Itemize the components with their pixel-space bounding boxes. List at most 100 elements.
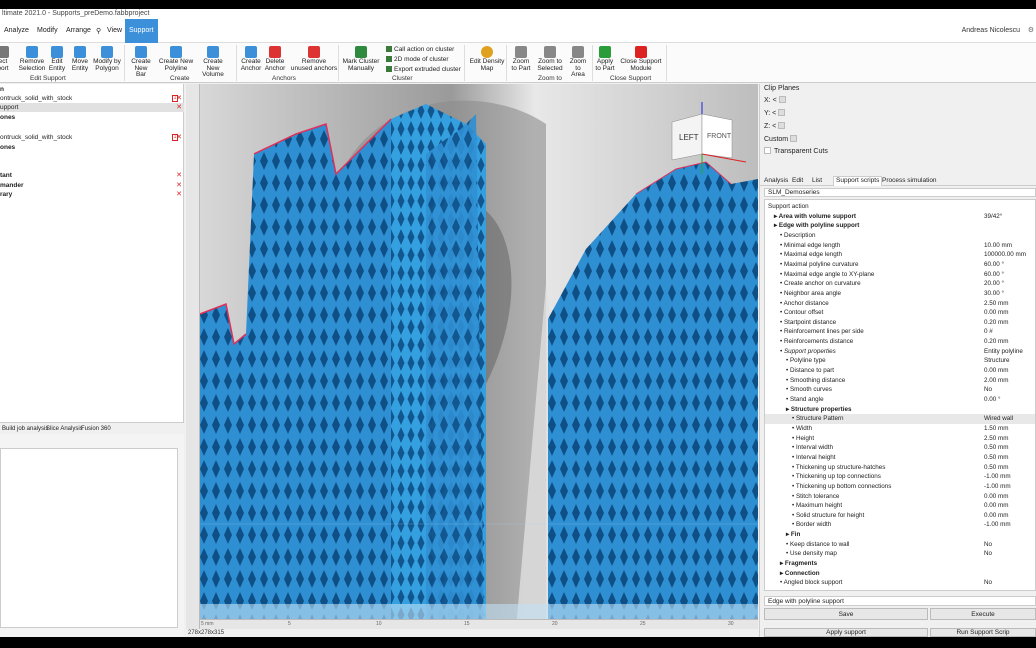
property-value[interactable]: 0.00 ° bbox=[984, 395, 1001, 405]
apply-support-button[interactable]: Apply support bbox=[764, 628, 928, 637]
tab-process-simulation[interactable]: Process simulation bbox=[882, 177, 937, 184]
property-row[interactable]: • Minimal edge length 10.00 mm bbox=[765, 241, 1035, 251]
menu-view[interactable]: View bbox=[107, 27, 122, 34]
property-value[interactable]: 0.00 mm bbox=[984, 366, 1009, 376]
property-row[interactable]: • Interval height 0.50 mm bbox=[765, 453, 1035, 463]
tree-item[interactable]: ones bbox=[0, 113, 184, 122]
property-row[interactable]: • Thickening up structure-hatches 0.50 mm bbox=[765, 463, 1035, 473]
property-value[interactable]: 0.50 mm bbox=[984, 453, 1009, 463]
property-value[interactable]: 0.50 mm bbox=[984, 463, 1009, 473]
action-select[interactable]: Edge with polyline support bbox=[764, 596, 1036, 606]
property-row[interactable]: • Stand angle 0.00 ° bbox=[765, 395, 1035, 405]
property-value[interactable]: 0.00 mm bbox=[984, 492, 1009, 502]
property-row[interactable]: • Smoothing distance 2.00 mm bbox=[765, 376, 1035, 386]
property-value[interactable]: Structure bbox=[984, 356, 1010, 366]
menu-analyze[interactable]: Analyze bbox=[4, 27, 29, 34]
property-row[interactable]: ▸ Fin bbox=[765, 530, 1035, 540]
property-value[interactable]: 0.20 mm bbox=[984, 318, 1009, 328]
property-row[interactable]: • Description bbox=[765, 231, 1035, 241]
property-row[interactable]: • Distance to part 0.00 mm bbox=[765, 366, 1035, 376]
property-row[interactable]: Support action bbox=[765, 202, 1035, 212]
zoom-to-area-button[interactable]: Zoom to Area bbox=[568, 46, 588, 78]
remove-selection-button[interactable]: Remove Selection bbox=[18, 46, 46, 76]
modify-by-polygon-button[interactable]: Modify by Polygon bbox=[92, 46, 122, 76]
edit-entity-button[interactable]: Edit Entity bbox=[48, 46, 66, 76]
property-value[interactable]: 0.00 mm bbox=[984, 308, 1009, 318]
property-value[interactable]: -1.00 mm bbox=[984, 472, 1011, 482]
clip-z-checkbox[interactable] bbox=[778, 122, 786, 129]
property-row[interactable]: ▸ Edge with polyline support bbox=[765, 221, 1035, 231]
property-row[interactable]: • Reinforcement lines per side 0 # bbox=[765, 327, 1035, 337]
tree-item[interactable] bbox=[0, 154, 184, 163]
3d-viewport[interactable]: LEFT FRONT 5 mm 5 10 15 20 25 30 278x278x315 bbox=[186, 84, 758, 637]
property-value[interactable]: Entity polyline bbox=[984, 347, 1023, 357]
property-row[interactable]: • Maximum height 0.00 mm bbox=[765, 501, 1035, 511]
close-icon[interactable]: ✕ bbox=[176, 133, 182, 142]
property-value[interactable]: No bbox=[984, 540, 992, 550]
move-entity-button[interactable]: Move Entity bbox=[70, 46, 90, 76]
tab-analysis[interactable]: Analysis bbox=[764, 177, 788, 184]
property-value[interactable]: 30.00 ° bbox=[984, 289, 1004, 299]
tree-item[interactable]: mander ✕ bbox=[0, 181, 184, 190]
tab-list[interactable]: List bbox=[812, 177, 822, 184]
close-icon[interactable]: ✕ bbox=[176, 181, 182, 190]
run-support-script-button[interactable]: Run Support Scrip bbox=[930, 628, 1036, 637]
mark-cluster-manually-button[interactable]: Mark Cluster Manually bbox=[342, 46, 380, 76]
property-row[interactable]: • Smooth curves No bbox=[765, 385, 1035, 395]
property-value[interactable]: 0 # bbox=[984, 327, 993, 337]
property-value[interactable]: -1.00 mm bbox=[984, 520, 1011, 530]
property-row[interactable]: • Anchor distance 2.50 mm bbox=[765, 299, 1035, 309]
close-icon[interactable]: ✕ bbox=[176, 94, 182, 103]
property-value[interactable]: 10.00 mm bbox=[984, 241, 1012, 251]
property-value[interactable]: 20.00 ° bbox=[984, 279, 1004, 289]
zoom-to-selected-button[interactable]: Zoom to Selected bbox=[536, 46, 564, 76]
close-icon[interactable]: ✕ bbox=[176, 190, 182, 199]
property-value[interactable]: 39/42° bbox=[984, 212, 1002, 222]
property-value[interactable]: 2.50 mm bbox=[984, 434, 1009, 444]
create-new-volume-button[interactable]: Create New Volume bbox=[196, 46, 230, 78]
property-row[interactable]: • Create anchor on curvature 20.00 ° bbox=[765, 279, 1035, 289]
transparent-cuts-checkbox[interactable] bbox=[764, 147, 771, 154]
clip-custom-row[interactable]: Custom bbox=[764, 135, 798, 143]
property-row[interactable]: • Maximal polyline curvature 60.00 ° bbox=[765, 260, 1035, 270]
property-row[interactable]: • Maximal edge angle to XY-plane 60.00 ° bbox=[765, 270, 1035, 280]
property-value[interactable]: 2.50 mm bbox=[984, 299, 1009, 309]
search-icon[interactable]: ⚲ bbox=[96, 27, 101, 35]
tree-item[interactable]: tant ✕ bbox=[0, 171, 184, 180]
user-name[interactable]: Andreas Nicolescu bbox=[962, 27, 1020, 34]
create-new-bar-button[interactable]: Create New Bar bbox=[130, 46, 152, 78]
tree-item[interactable]: n bbox=[0, 85, 184, 94]
transparent-cuts-row[interactable]: Transparent Cuts bbox=[764, 147, 828, 155]
menu-arrange[interactable]: Arrange bbox=[66, 27, 91, 34]
property-row[interactable]: • Startpoint distance 0.20 mm bbox=[765, 318, 1035, 328]
property-value[interactable]: 60.00 ° bbox=[984, 260, 1004, 270]
close-support-module-button[interactable]: Close Support Module bbox=[620, 46, 662, 76]
close-icon[interactable]: ✕ bbox=[176, 171, 182, 180]
property-row[interactable]: • Solid structure for height 0.00 mm bbox=[765, 511, 1035, 521]
property-value[interactable]: No bbox=[984, 578, 992, 588]
zoom-to-part-button[interactable]: Zoom to Part bbox=[511, 46, 531, 76]
property-row[interactable]: • Height 2.50 mm bbox=[765, 434, 1035, 444]
property-row[interactable]: ▸ Structure properties bbox=[765, 405, 1035, 415]
script-preset-select[interactable]: SLM_Demoseries bbox=[764, 188, 1036, 197]
property-row[interactable]: ▸ Connection bbox=[765, 569, 1035, 579]
property-row[interactable]: • Neighbor area angle 30.00 ° bbox=[765, 289, 1035, 299]
delete-anchor-button[interactable]: Delete Anchor bbox=[264, 46, 286, 76]
property-row[interactable]: • Polyline type Structure bbox=[765, 356, 1035, 366]
apply-to-part-button[interactable]: Apply to Part bbox=[595, 46, 615, 76]
tree-item[interactable]: upport ✕ bbox=[0, 103, 184, 112]
tree-item[interactable] bbox=[0, 124, 184, 133]
call-action-on-cluster-button[interactable]: Call action on cluster bbox=[386, 46, 454, 53]
tree-item[interactable]: ontruck_solid_with_stock 1 ✕ bbox=[0, 133, 184, 142]
settings-icon[interactable]: ⚙ bbox=[1028, 26, 1034, 34]
save-button[interactable]: Save bbox=[764, 608, 928, 620]
property-row[interactable]: • Maximal edge length 100000.00 mm bbox=[765, 250, 1035, 260]
property-row[interactable]: • Contour offset 0.00 mm bbox=[765, 308, 1035, 318]
select-support-button[interactable]: ectport bbox=[0, 46, 10, 76]
property-row[interactable]: • Width 1.50 mm bbox=[765, 424, 1035, 434]
property-row[interactable]: • Angled block support No bbox=[765, 578, 1035, 588]
clip-y-row[interactable]: Y: < bbox=[764, 109, 786, 117]
property-row[interactable]: • Structure Pattern Wired wall bbox=[765, 414, 1035, 424]
property-row[interactable]: • Border width -1.00 mm bbox=[765, 520, 1035, 530]
tab-support-scripts[interactable]: Support scripts bbox=[833, 176, 883, 186]
